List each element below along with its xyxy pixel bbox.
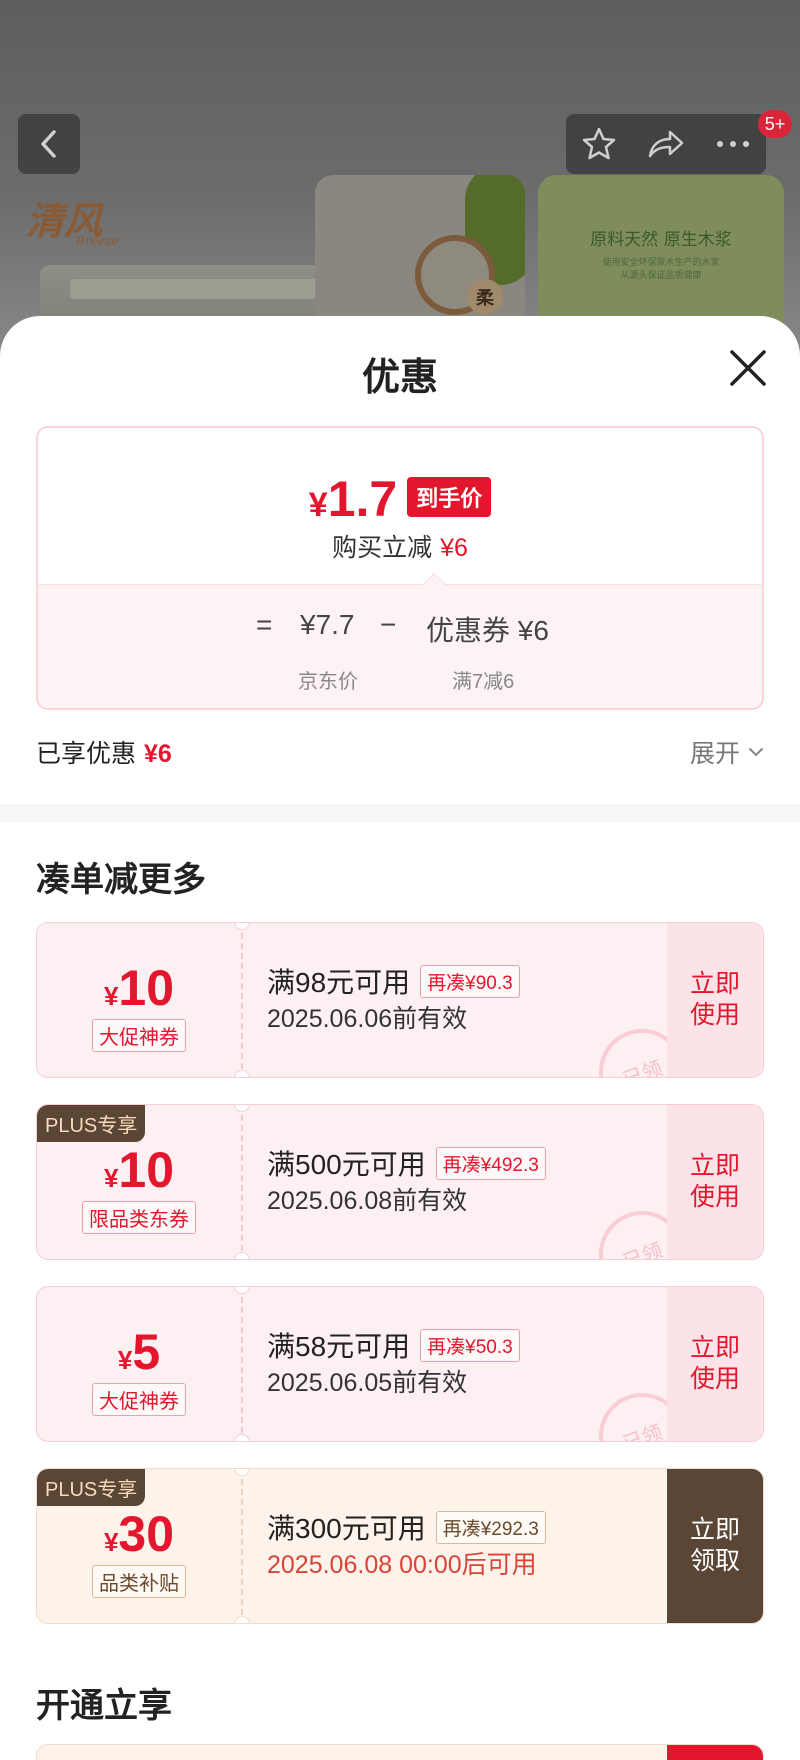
coupon-remaining: 再凑¥292.3 (435, 1510, 546, 1544)
coupon-amount: ¥30 (103, 1506, 175, 1562)
top-action-group (566, 114, 766, 174)
coupon-type: 大促神券 (92, 1019, 186, 1052)
back-button[interactable] (18, 114, 80, 174)
expand-button[interactable]: 展开 (690, 734, 764, 770)
coupon-validity: 2025.06.06前有效 (267, 1005, 468, 1033)
use-now-button[interactable]: 立即使用 (667, 923, 763, 1077)
coupon-condition: 满300元可用 再凑¥292.3 (267, 1507, 546, 1547)
coupon-remaining: 再凑¥50.3 (420, 1328, 520, 1362)
coupon-condition: 满98元可用 再凑¥90.3 (267, 961, 520, 1001)
brand-logo: 清风 Breeze (26, 198, 119, 248)
coupon-condition: 满500元可用 再凑¥492.3 (267, 1143, 546, 1183)
close-icon[interactable] (728, 348, 768, 388)
coupon-card: ¥10 限品类东券 PLUS专享 满500元可用 再凑¥492.3 2025.06… (36, 1104, 764, 1260)
share-icon[interactable] (646, 126, 686, 162)
soft-badge: 柔 (467, 279, 503, 315)
coupon-validity: 2025.06.05前有效 (267, 1369, 468, 1397)
instant-reduce: 购买立减 ¥6 (332, 534, 468, 562)
coupon-type: 品类补贴 (92, 1565, 186, 1598)
discount-sheet: 优惠 ¥1.7 到手价 购买立减 ¥6 = ¥7.7 − 优惠券 ¥6 京东价 满… (0, 316, 800, 1760)
coupon-card: ¥30 品类补贴 PLUS专享 满300元可用 再凑¥292.3 2025.06.… (36, 1468, 764, 1624)
use-now-button[interactable]: 立即使用 (667, 1287, 763, 1441)
coupon-card: ¥10 大促神券 满98元可用 再凑¥90.3 2025.06.06前有效 已领 … (36, 922, 764, 1078)
equals-sign: = (256, 609, 273, 640)
coupon-validity: 2025.06.08前有效 (267, 1187, 468, 1215)
coupon-type: 限品类东券 (82, 1201, 196, 1234)
sheet-title: 优惠 (361, 357, 438, 399)
natural-desc: 使用安全环保原木生产的木浆 从源头保证品质健康 (602, 257, 720, 280)
more-icon[interactable] (715, 139, 751, 149)
coupon-amount: ¥10 (103, 960, 175, 1016)
coupon-amount: ¥5 (117, 1324, 161, 1380)
coupon-type: 大促神券 (92, 1383, 186, 1416)
plus-exclusive-tag: PLUS专享 (37, 1105, 146, 1142)
price-breakdown-card: ¥1.7 到手价 购买立减 ¥6 = ¥7.7 − 优惠券 ¥6 京东价 满7减6 (36, 426, 764, 710)
coupon-rule-label: 满7减6 (452, 671, 515, 693)
plus-exclusive-tag: PLUS专享 (37, 1469, 146, 1506)
coupon-validity: 2025.06.08 00:00后可用 (267, 1551, 537, 1579)
minus-sign: − (380, 609, 397, 640)
use-now-button[interactable]: 立即使用 (667, 1105, 763, 1259)
enjoyed-discount: 已享优惠 ¥6 (36, 740, 172, 768)
message-count-badge: 5+ (758, 110, 792, 138)
final-price: ¥1.7 (308, 471, 398, 527)
coupon-amount: ¥10 (103, 1142, 175, 1198)
chevron-down-icon (749, 748, 763, 757)
claim-now-button[interactable]: 立即领取 (667, 1469, 763, 1623)
coupon-remaining: 再凑¥90.3 (420, 964, 520, 998)
base-price: ¥7.7 (300, 609, 355, 640)
section-title-more: 凑单减更多 (36, 861, 206, 899)
coupon-card: ¥5 大促神券 满58元可用 再凑¥50.3 2025.06.05前有效 已领 立… (36, 1286, 764, 1442)
section-divider (0, 804, 800, 822)
final-price-tag: 到手价 (407, 477, 492, 517)
coupon-remaining: 再凑¥492.3 (435, 1146, 546, 1180)
next-coupon-card-partial (36, 1744, 764, 1760)
section-title-open: 开通立享 (36, 1687, 172, 1725)
coupon-condition: 满58元可用 再凑¥50.3 (267, 1325, 520, 1365)
coupon-deduction: 优惠券 ¥6 (426, 615, 549, 646)
base-price-label: 京东价 (298, 671, 358, 693)
star-icon[interactable] (581, 126, 617, 162)
natural-title: 原料天然 原生木浆 (590, 230, 732, 250)
chevron-left-icon (41, 130, 56, 158)
